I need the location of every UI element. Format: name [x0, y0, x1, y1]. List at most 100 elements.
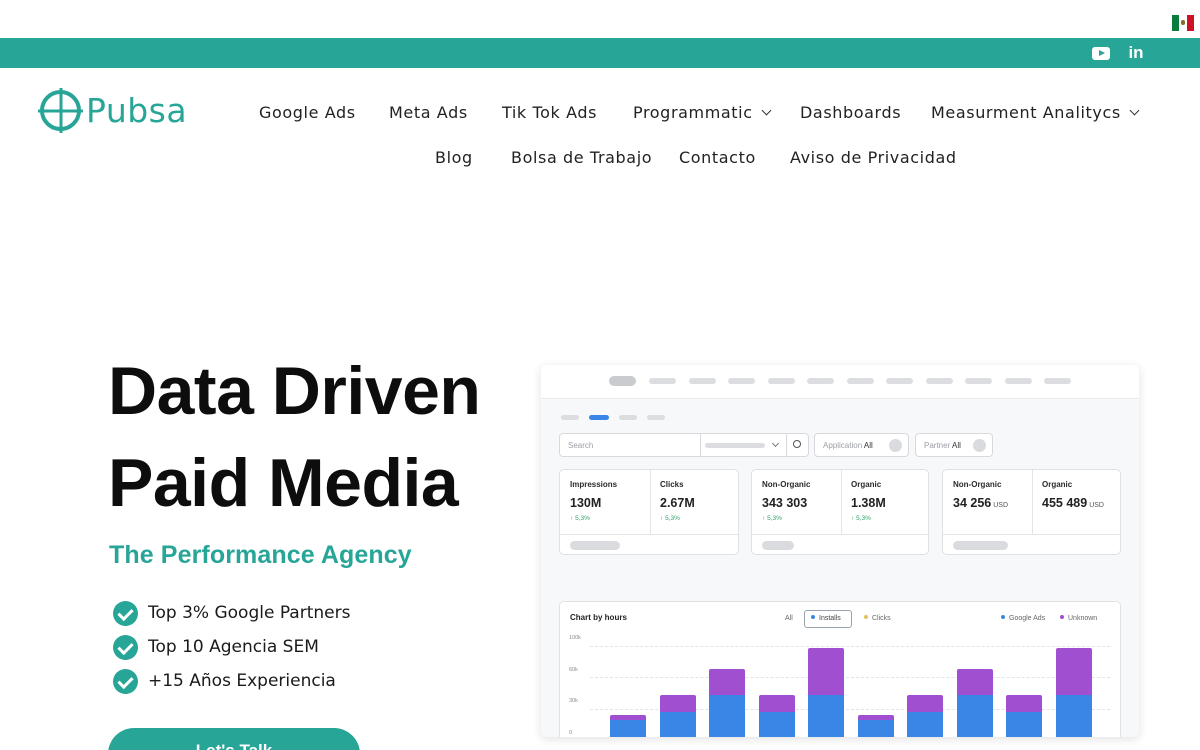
nav-pill: [847, 378, 874, 384]
nav-pill-active: [609, 376, 636, 386]
feature-text: Top 3% Google Partners: [148, 603, 351, 623]
nav-programmatic[interactable]: Programmatic: [633, 103, 772, 122]
mexico-flag-icon[interactable]: [1172, 15, 1194, 31]
bar-segment-unknown: [758, 695, 795, 712]
bar-segment-unknown: [709, 669, 745, 696]
lets-talk-button[interactable]: Let's Talk: [108, 728, 360, 750]
filter-clicks-label: Clicks: [872, 615, 891, 622]
card-divider: [752, 534, 928, 535]
chevron-down-icon[interactable]: [771, 439, 780, 448]
bar-segment-unknown: [907, 695, 943, 712]
nav-google-ads[interactable]: Google Ads: [259, 103, 356, 122]
metric-cell: Non-Organic 34 256 USD: [943, 470, 1032, 534]
bar-segment-google-ads: [857, 720, 894, 737]
partner-filter[interactable]: Partner All: [915, 433, 993, 457]
metric-label: Non-Organic: [953, 480, 1002, 489]
card-footer-pill: [570, 541, 620, 550]
chart-bar: [709, 669, 745, 737]
nav-programmatic-label: Programmatic: [633, 103, 753, 122]
dashboard-top-nav: [541, 365, 1139, 399]
nav-blog[interactable]: Blog: [435, 148, 473, 167]
legend-google-ads: Google Ads: [1001, 615, 1045, 622]
youtube-icon[interactable]: [1090, 42, 1112, 64]
search-input[interactable]: Search: [559, 433, 809, 457]
card-divider: [943, 534, 1120, 535]
sub-tab-pill: [647, 415, 665, 420]
gridline: [590, 646, 1110, 647]
metric-change-value: 5,3%: [767, 515, 782, 522]
search-divider: [700, 434, 701, 456]
metric-change-value: 5,3%: [665, 515, 680, 522]
chart-bar: [907, 695, 943, 737]
chart-bar: [610, 714, 646, 737]
metric-label: Clicks: [660, 480, 684, 489]
chart-bar: [758, 695, 795, 737]
nav-aviso-de-privacidad[interactable]: Aviso de Privacidad: [790, 148, 957, 167]
filter-installs-button[interactable]: Installs: [804, 610, 852, 628]
chart-bar: [1055, 648, 1092, 737]
nav-pill: [807, 378, 834, 384]
y-tick-label: 0: [569, 730, 573, 736]
metric-value: 343 303: [762, 496, 808, 510]
metric-card: Impressions 130M ↑ 5,3% Clicks 2.67M ↑ 5…: [559, 469, 739, 555]
check-circle-icon: [113, 600, 138, 626]
chart-bar: [808, 648, 844, 737]
metric-value: 2.67M: [660, 496, 695, 510]
metric-change: ↑ 5,3%: [570, 515, 590, 522]
metric-cell: Clicks 2.67M ↑ 5,3%: [650, 470, 740, 534]
metric-cell: Impressions 130M ↑ 5,3%: [560, 470, 650, 534]
bar-segment-unknown: [1006, 695, 1042, 712]
partner-filter-value: All: [952, 441, 961, 450]
nav-pill: [689, 378, 716, 384]
bar-segment-unknown: [659, 695, 696, 712]
feature-list: Top 3% Google Partners Top 10 Agencia SE…: [113, 596, 350, 698]
logo[interactable]: Pubsa: [40, 90, 187, 131]
nav-measurment-analitycs[interactable]: Measurment Analitycs: [931, 103, 1140, 122]
application-filter[interactable]: Application All: [814, 433, 909, 457]
metric-change-value: 5,3%: [575, 515, 590, 522]
y-tick-label: 60k: [569, 667, 578, 673]
nav-bolsa-de-trabajo[interactable]: Bolsa de Trabajo: [511, 148, 652, 167]
filter-all[interactable]: All: [785, 615, 793, 622]
metric-card: Non-Organic 343 303 ↑ 5,3% Organic 1.38M…: [751, 469, 929, 555]
search-icon[interactable]: [793, 440, 801, 448]
metric-label: Organic: [1042, 480, 1073, 489]
feature-item: +15 Años Experiencia: [113, 664, 350, 698]
nav-meta-ads[interactable]: Meta Ads: [389, 103, 468, 122]
linkedin-icon[interactable]: in: [1125, 42, 1147, 64]
legend-unknown: Unknown: [1060, 615, 1097, 622]
nav-pill: [926, 378, 953, 384]
bar-segment-google-ads: [907, 711, 943, 737]
nav-contacto[interactable]: Contacto: [679, 148, 756, 167]
search-placeholder: Search: [568, 441, 594, 450]
partner-filter-label: Partner: [924, 441, 951, 450]
bar-segment-google-ads: [808, 695, 844, 737]
bar-segment-google-ads: [610, 720, 646, 737]
card-footer-pill: [762, 541, 794, 550]
metric-cell: Organic 1.38M ↑ 5,3%: [841, 470, 930, 534]
card-divider: [560, 534, 738, 535]
dashboard-mockup: Search Application All Partner All Impre…: [541, 365, 1139, 737]
chevron-down-icon: [1129, 105, 1140, 116]
metric-change-value: 5,3%: [856, 515, 871, 522]
logo-text: Pubsa: [86, 91, 188, 130]
metric-change: ↑ 5,3%: [660, 515, 680, 522]
gridline: [590, 677, 1110, 678]
nav-dashboards[interactable]: Dashboards: [800, 103, 901, 122]
nav-pill: [1044, 378, 1071, 384]
application-toggle[interactable]: [889, 439, 902, 452]
partner-toggle[interactable]: [973, 439, 986, 452]
bar-segment-google-ads: [956, 695, 993, 737]
bar-segment-google-ads: [1006, 711, 1042, 737]
unknown-dot-icon: [1060, 615, 1064, 619]
dropdown-pill: [705, 443, 765, 448]
sub-tab-pill: [619, 415, 637, 420]
sub-tab-pill: [561, 415, 579, 420]
metric-unit: USD: [1089, 502, 1104, 509]
metric-change: ↑ 5,3%: [851, 515, 871, 522]
filter-clicks[interactable]: Clicks: [864, 615, 891, 622]
top-strip: [0, 0, 1200, 38]
metric-value-number: 34 256: [953, 496, 992, 510]
hero-title-line-2: Paid Media: [108, 445, 459, 521]
nav-tiktok-ads[interactable]: Tik Tok Ads: [502, 103, 597, 122]
